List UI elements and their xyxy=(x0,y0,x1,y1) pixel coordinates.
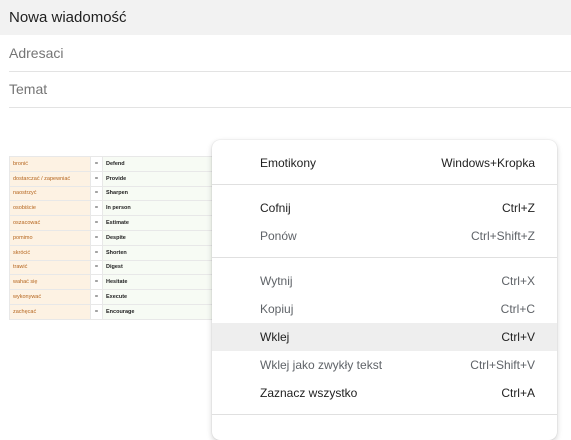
vocab-polish-word: dostarczać / zapewniać xyxy=(9,170,91,187)
vocab-equals-sign: = xyxy=(90,229,103,246)
vocab-english-word: Defend xyxy=(102,156,230,172)
vocab-polish-word: wykonywać xyxy=(9,289,91,305)
vocab-row: wykonywać = Execute xyxy=(9,289,230,305)
vocab-english-word: Sharpen xyxy=(102,185,230,202)
vocab-row: oszacować = Estimate xyxy=(9,215,230,231)
menu-separator xyxy=(212,184,557,185)
menu-separator xyxy=(212,414,557,415)
menu-item-shortcut: Ctrl+Z xyxy=(502,201,535,215)
vocab-polish-word: bronić xyxy=(9,156,91,172)
vocab-row: wahać się = Hesitate xyxy=(9,274,230,291)
subject-input[interactable] xyxy=(9,81,571,97)
vocab-row: pomimo = Despite xyxy=(9,229,230,246)
vocab-row: dostarczać / zapewniać = Provide xyxy=(9,170,230,187)
vocab-equals-sign: = xyxy=(90,244,103,261)
menu-item-shortcut: Ctrl+C xyxy=(500,302,535,316)
menu-item-label: Kopiuj xyxy=(260,302,294,316)
menu-item-shortcut: Ctrl+A xyxy=(501,386,535,400)
vocab-english-word: Provide xyxy=(102,170,230,187)
vocab-polish-word: oszacować xyxy=(9,215,91,231)
vocab-equals-sign: = xyxy=(90,200,103,217)
vocab-english-word: Hesitate xyxy=(102,274,230,291)
vocab-polish-word: zachęcać xyxy=(9,303,91,320)
menu-item-paste[interactable]: Wklej Ctrl+V xyxy=(212,323,557,351)
vocab-equals-sign: = xyxy=(90,215,103,231)
vocab-english-word: Digest xyxy=(102,259,230,276)
menu-item-emoji[interactable]: Emotikony Windows+Kropka xyxy=(212,149,557,177)
vocab-polish-word: trawić xyxy=(9,259,91,276)
menu-item-copy[interactable]: Kopiuj Ctrl+C xyxy=(212,295,557,323)
menu-item-shortcut: Ctrl+Shift+V xyxy=(470,358,535,372)
vocab-equals-sign: = xyxy=(90,170,103,187)
vocab-row: osobiście = In person xyxy=(9,200,230,217)
menu-item-label: Ponów xyxy=(260,229,297,243)
vocab-english-word: Execute xyxy=(102,289,230,305)
vocab-english-word: Estimate xyxy=(102,215,230,231)
vocab-english-word: In person xyxy=(102,200,230,217)
menu-item-label: Wklej xyxy=(260,330,290,344)
menu-item-label: Emotikony xyxy=(260,156,317,170)
menu-item-shortcut: Windows+Kropka xyxy=(441,156,535,170)
menu-item-select-all[interactable]: Zaznacz wszystko Ctrl+A xyxy=(212,379,557,407)
vocab-english-word: Shorten xyxy=(102,244,230,261)
vocab-polish-word: pomimo xyxy=(9,229,91,246)
vocab-row: bronić = Defend xyxy=(9,156,230,172)
menu-item-cut[interactable]: Wytnij Ctrl+X xyxy=(212,267,557,295)
vocab-equals-sign: = xyxy=(90,259,103,276)
menu-item-shortcut: Ctrl+V xyxy=(501,330,535,344)
vocab-row: zachęcać = Encourage xyxy=(9,303,230,320)
menu-item-shortcut: Ctrl+Shift+Z xyxy=(470,229,535,243)
recipients-field[interactable] xyxy=(9,35,571,72)
menu-item-shortcut: Ctrl+X xyxy=(501,274,535,288)
vocab-row: naostrzyć = Sharpen xyxy=(9,185,230,202)
menu-item-paste-plain-text[interactable]: Wklej jako zwykły tekst Ctrl+Shift+V xyxy=(212,351,557,379)
menu-item-label: Zaznacz wszystko xyxy=(260,386,358,400)
vocab-equals-sign: = xyxy=(90,156,103,172)
vocab-equals-sign: = xyxy=(90,274,103,291)
vocab-english-word: Despite xyxy=(102,229,230,246)
menu-item-label: Wklej jako zwykły tekst xyxy=(260,358,383,372)
menu-item-redo[interactable]: Ponów Ctrl+Shift+Z xyxy=(212,222,557,250)
vocab-polish-word: osobiście xyxy=(9,200,91,217)
context-menu: Emotikony Windows+Kropka Cofnij Ctrl+Z P… xyxy=(212,140,557,440)
vocab-row: skrócić = Shorten xyxy=(9,244,230,261)
menu-separator xyxy=(212,257,557,258)
vocab-row: trawić = Digest xyxy=(9,259,230,276)
menu-item-label: Wytnij xyxy=(260,274,293,288)
menu-item-label: Cofnij xyxy=(260,201,291,215)
compose-title: Nowa wiadomość xyxy=(9,9,127,26)
vocab-equals-sign: = xyxy=(90,303,103,320)
recipients-input[interactable] xyxy=(9,45,571,61)
vocab-polish-word: wahać się xyxy=(9,274,91,291)
pasted-vocabulary-table: bronić = Defend dostarczać / zapewniać = Prov… xyxy=(9,156,230,320)
menu-item-undo[interactable]: Cofnij Ctrl+Z xyxy=(212,194,557,222)
vocab-polish-word: skrócić xyxy=(9,244,91,261)
compose-header: Nowa wiadomość xyxy=(0,0,571,35)
vocab-polish-word: naostrzyć xyxy=(9,185,91,202)
vocab-equals-sign: = xyxy=(90,185,103,202)
vocab-english-word: Encourage xyxy=(102,303,230,320)
vocab-equals-sign: = xyxy=(90,289,103,305)
subject-field[interactable] xyxy=(9,71,571,108)
